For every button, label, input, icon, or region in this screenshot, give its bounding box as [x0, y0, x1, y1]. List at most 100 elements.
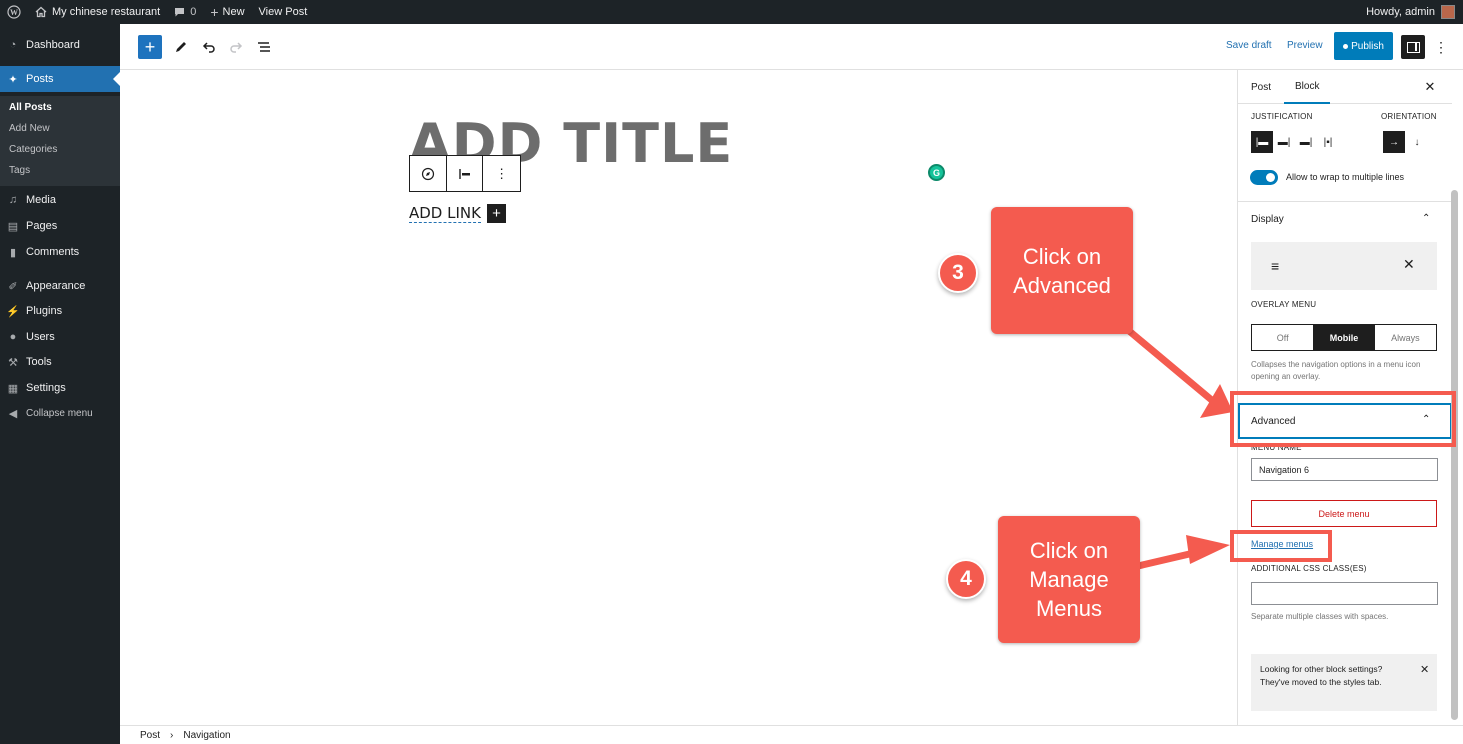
menu-comments[interactable]: ▮ Comments [0, 239, 120, 265]
tab-post[interactable]: Post [1251, 70, 1271, 104]
dismiss-notice-button[interactable]: ✕ [1420, 663, 1429, 676]
options-menu-button[interactable]: ⋮ [1433, 37, 1449, 57]
comments-link[interactable]: 0 [167, 0, 203, 24]
settings-icon: ▦ [7, 382, 19, 395]
undo-button[interactable] [199, 37, 219, 57]
add-link-plus-button[interactable]: + [487, 204, 506, 223]
menu-settings-label: Settings [26, 382, 66, 394]
wrap-toggle[interactable] [1250, 170, 1278, 185]
greeting: Howdy, admin [1366, 6, 1435, 18]
posts-submenu: All Posts Add New Categories Tags [0, 96, 120, 186]
orientation-horizontal-button[interactable]: → [1383, 131, 1405, 153]
submenu-tags[interactable]: Tags [9, 165, 30, 176]
tools-pencil-button[interactable] [171, 37, 191, 57]
justify-left-button[interactable]: |▬ [1251, 131, 1273, 153]
chevron-up-icon[interactable]: ⌃ [1422, 213, 1430, 224]
new-content-link[interactable]: + New [203, 0, 251, 24]
overlay-option-mobile[interactable]: Mobile [1313, 325, 1375, 350]
submenu-add-new[interactable]: Add New [9, 123, 50, 134]
overlay-preview: ≡ ✕ [1251, 242, 1437, 290]
justify-center-button[interactable]: ▬| [1273, 131, 1295, 153]
overlay-option-always[interactable]: Always [1375, 325, 1436, 350]
current-menu-arrow [113, 72, 120, 86]
more-vertical-icon: ⋮ [1434, 38, 1448, 55]
more-vertical-icon: ⋮ [495, 165, 509, 181]
menu-pages-label: Pages [26, 220, 58, 232]
plug-icon: ⚡ [6, 305, 20, 318]
menu-media[interactable]: ♫ Media [0, 187, 120, 213]
navigation-block-button[interactable] [410, 156, 447, 191]
site-name-link[interactable]: My chinese restaurant [28, 0, 167, 24]
wrench-icon: ⚒ [8, 356, 18, 369]
user-icon: ● [9, 331, 17, 343]
menu-users[interactable]: ● Users [0, 324, 120, 350]
block-toolbar: ⋮ [409, 155, 521, 192]
comment-bubble-icon [175, 7, 185, 16]
orientation-vertical-button[interactable]: ↓ [1406, 131, 1428, 153]
admin-menu: ◔ Dashboard ✦ Posts All Posts Add New Ca… [0, 24, 120, 744]
dashboard-icon: ◔ [9, 39, 17, 51]
delete-menu-button[interactable]: Delete menu [1251, 500, 1437, 527]
overlay-menu-label: OVERLAY MENU [1251, 300, 1317, 309]
plus-icon: + [144, 36, 156, 57]
page-icon: ▤ [7, 220, 19, 233]
step4-number: 4 [946, 559, 986, 599]
add-link-placeholder[interactable]: ADD LINK [409, 204, 481, 223]
justify-space-between-icon: |▪| [1323, 136, 1333, 148]
publish-button[interactable]: Publish [1334, 32, 1393, 60]
css-class-input[interactable] [1251, 582, 1438, 605]
breadcrumb-navigation[interactable]: Navigation [183, 730, 230, 741]
view-post-link[interactable]: View Post [252, 0, 315, 24]
display-panel-title[interactable]: Display [1251, 214, 1284, 225]
menu-appearance[interactable]: ✐ Appearance [0, 273, 120, 299]
block-options-button[interactable]: ⋮ [483, 156, 520, 191]
menu-collapse[interactable]: ◀ Collapse menu [0, 400, 120, 426]
media-icon: ♫ [8, 194, 18, 206]
breadcrumb-post[interactable]: Post [140, 730, 160, 741]
menu-dashboard[interactable]: ◔ Dashboard [0, 32, 120, 58]
document-overview-button[interactable] [254, 37, 274, 57]
menu-name-input[interactable]: Navigation 6 [1251, 458, 1438, 481]
menu-pages[interactable]: ▤ Pages [0, 213, 120, 239]
grammarly-icon[interactable]: G [928, 164, 945, 181]
close-icon: ✕ [1424, 79, 1436, 94]
my-account[interactable]: Howdy, admin [1366, 0, 1455, 24]
justify-right-button[interactable]: ▬| [1295, 131, 1317, 153]
menu-settings[interactable]: ▦ Settings [0, 375, 120, 401]
justify-center-icon: ▬| [1277, 136, 1291, 148]
compass-icon [421, 167, 434, 180]
submenu-all-posts[interactable]: All Posts [9, 102, 52, 113]
menu-tools[interactable]: ⚒ Tools [0, 349, 120, 375]
plus-icon: + [210, 4, 219, 20]
tab-block[interactable]: Block [1284, 70, 1331, 104]
submenu-categories[interactable]: Categories [9, 144, 57, 155]
redo-icon [230, 42, 243, 53]
close-sidebar-button[interactable]: ✕ [1422, 79, 1438, 95]
menu-comments-label: Comments [26, 246, 80, 258]
css-help-text: Separate multiple classes with spaces. [1251, 612, 1389, 621]
justify-space-between-button[interactable]: |▪| [1317, 131, 1339, 153]
menu-appearance-label: Appearance [26, 280, 86, 292]
avatar [1441, 5, 1455, 19]
close-icon: ✕ [1403, 256, 1415, 272]
site-name: My chinese restaurant [52, 6, 161, 18]
notice-text: Looking for other block settings? They'v… [1260, 664, 1383, 687]
hamburger-icon: ≡ [1271, 258, 1280, 274]
wordpress-logo-icon[interactable]: W [0, 0, 28, 24]
redo-button[interactable] [226, 37, 246, 57]
save-draft-button[interactable]: Save draft [1226, 40, 1272, 51]
advanced-highlight [1230, 391, 1456, 447]
sidebar-scrollbar[interactable] [1451, 190, 1458, 720]
menu-media-label: Media [26, 194, 56, 206]
preview-button[interactable]: Preview [1287, 40, 1323, 51]
settings-sidebar-toggle[interactable] [1401, 35, 1425, 59]
justification-group: |▬ ▬| ▬| |▪| [1251, 131, 1339, 153]
step4-callout: Click on Manage Menus [998, 516, 1140, 643]
overlay-help-text: Collapses the navigation options in a me… [1251, 360, 1421, 381]
justify-left-button[interactable] [447, 156, 484, 191]
editor-header: + Save draft Preview Publish ⋮ [120, 24, 1463, 70]
block-inserter-button[interactable]: + [138, 35, 162, 59]
overlay-option-off[interactable]: Off [1252, 325, 1313, 350]
menu-plugins[interactable]: ⚡ Plugins [0, 298, 120, 324]
menu-posts[interactable]: ✦ Posts [0, 66, 120, 92]
